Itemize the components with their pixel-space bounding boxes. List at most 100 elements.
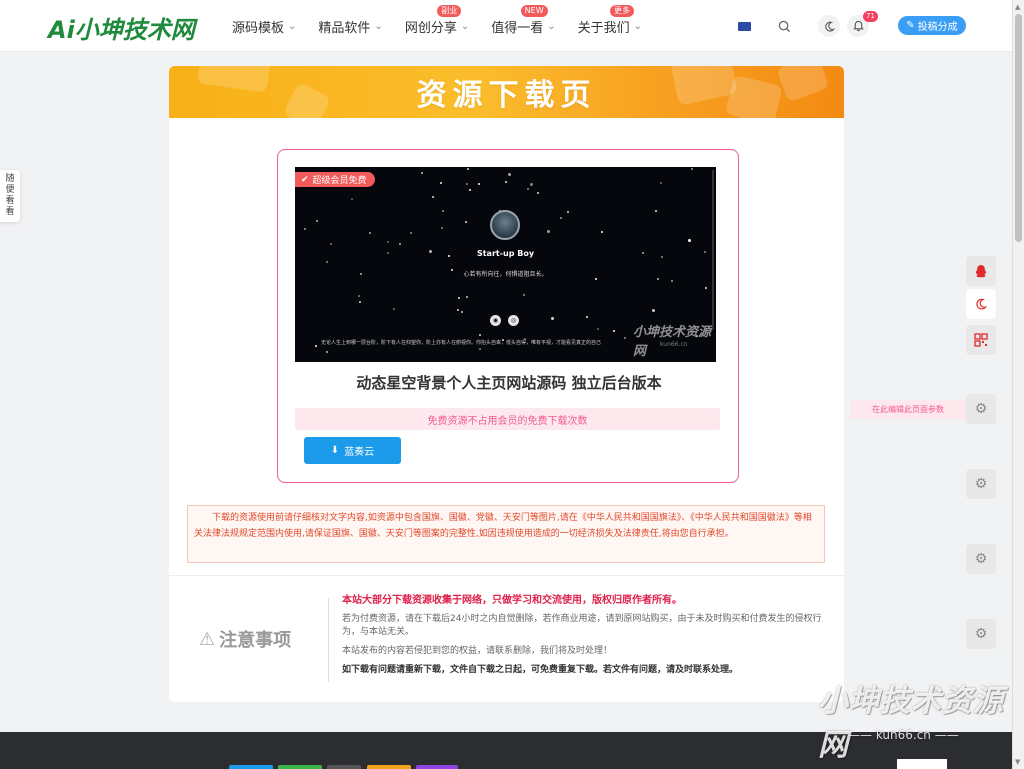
gear-icon[interactable]: ⚙ bbox=[966, 469, 996, 499]
star-dot bbox=[330, 243, 332, 245]
site-watermark: 小坤技术资源网 bbox=[818, 684, 1004, 763]
page-scrollbar[interactable]: ▲ ▼ bbox=[1012, 0, 1024, 769]
star-dot bbox=[530, 183, 533, 186]
footer-link-chip[interactable] bbox=[278, 765, 322, 769]
star-dot bbox=[399, 243, 401, 245]
chevron-down-icon: ⌄ bbox=[288, 20, 297, 32]
tab-char: 随 bbox=[5, 174, 15, 184]
scroll-down-icon[interactable]: ▼ bbox=[1015, 758, 1020, 766]
chevron-down-icon: ⌄ bbox=[460, 20, 470, 32]
star-dot bbox=[326, 351, 328, 353]
star-dot bbox=[671, 280, 673, 282]
edit-page-tip: 在此编辑此页面参数 bbox=[850, 400, 966, 419]
nav-item-label: 网创分享 bbox=[404, 20, 457, 36]
resource-preview-image[interactable]: ✔ 超级会员免费 Start-up Boy 心若有所向往，何惧道阻且长。 ◉ ◎… bbox=[295, 167, 716, 362]
dark-mode-toggle-icon[interactable] bbox=[966, 289, 996, 319]
preview-scrollbar bbox=[712, 170, 714, 330]
star-dot bbox=[440, 182, 442, 184]
notification-count-badge: 71 bbox=[863, 11, 878, 22]
resource-box: ✔ 超级会员免费 Start-up Boy 心若有所向往，何惧道阻且长。 ◉ ◎… bbox=[277, 149, 739, 483]
star-dot bbox=[479, 334, 481, 336]
lanzou-download-button[interactable]: ⬇ 蓝奏云 bbox=[304, 437, 401, 464]
nav-item-premium-software[interactable]: 精品软件 ⌄ bbox=[318, 17, 382, 36]
star-dot bbox=[567, 211, 569, 213]
star-dot bbox=[359, 301, 361, 303]
tab-char: 看 bbox=[5, 196, 15, 206]
star-dot bbox=[523, 294, 525, 296]
star-dot bbox=[467, 168, 469, 170]
check-icon: ✔ bbox=[301, 174, 309, 185]
star-dot bbox=[466, 296, 468, 298]
preview-watermark: 小坤技术资源网 bbox=[633, 325, 712, 359]
footer-link-chip[interactable] bbox=[367, 765, 411, 769]
vip-tag-label: 超级会员免费 bbox=[312, 176, 367, 186]
footer-link-chip[interactable] bbox=[416, 765, 458, 769]
star-dot bbox=[505, 181, 507, 183]
star-dot bbox=[457, 309, 459, 311]
star-dot bbox=[508, 173, 511, 176]
star-dot bbox=[304, 228, 306, 230]
nav-badge: NEW bbox=[520, 4, 548, 17]
gear-icon[interactable]: ⚙ bbox=[966, 394, 996, 424]
star-dot bbox=[461, 311, 463, 313]
star-dot bbox=[387, 241, 389, 243]
scroll-up-icon[interactable]: ▲ bbox=[1015, 3, 1020, 11]
submit-article-button[interactable]: ✎ 投稿分成 bbox=[898, 16, 966, 35]
star-dot bbox=[601, 231, 603, 233]
main-nav: 源码模板 ⌄ 精品软件 ⌄ 网创分享 ⌄ 副业 值得一看 ⌄ NEW 关于我们 … bbox=[232, 0, 664, 52]
chevron-down-icon: ⌄ bbox=[633, 20, 643, 32]
notice-text: 本站大部分下载资源收集于网络，只做学习和交流使用，版权归原作者所有。 若为付费资… bbox=[342, 594, 827, 683]
star-dot bbox=[432, 196, 434, 198]
preview-name: Start-up Boy bbox=[476, 249, 535, 258]
star-dot bbox=[315, 345, 317, 347]
warning-icon: ⚠ bbox=[199, 628, 216, 650]
nav-item-online-share[interactable]: 网创分享 ⌄ 副业 bbox=[404, 4, 470, 36]
tab-char: 看 bbox=[5, 207, 15, 217]
language-flag-icon[interactable] bbox=[738, 22, 751, 31]
nav-item-about-us[interactable]: 关于我们 ⌄ 更多 bbox=[578, 4, 643, 36]
star-dot bbox=[369, 232, 371, 234]
scroll-thumb[interactable] bbox=[1015, 14, 1022, 242]
nav-badge: 副业 bbox=[437, 4, 462, 17]
gear-icon[interactable]: ⚙ bbox=[966, 619, 996, 649]
resource-title: 动态星空背景个人主页网站源码 独立后台版本 bbox=[356, 374, 662, 392]
avatar bbox=[490, 210, 520, 240]
notice-line-copyright: 本站大部分下载资源收集于网络，只做学习和交流使用，版权归原作者所有。 bbox=[342, 595, 682, 606]
footer-link-chip[interactable] bbox=[327, 765, 361, 769]
qq-contact-icon[interactable] bbox=[966, 256, 996, 286]
star-dot bbox=[478, 183, 480, 185]
nav-badge: 更多 bbox=[610, 4, 635, 17]
star-dot bbox=[655, 210, 657, 212]
page-title: 资源下载页 bbox=[416, 78, 597, 113]
download-icon: ⬇ bbox=[330, 445, 340, 456]
search-icon[interactable] bbox=[773, 15, 795, 37]
notice-divider bbox=[328, 598, 329, 682]
notice-section: ⚠ 注意事项 本站大部分下载资源收集于网络，只做学习和交流使用，版权归原作者所有… bbox=[169, 575, 844, 702]
star-dot bbox=[652, 309, 655, 312]
nav-item-source-templates[interactable]: 源码模板 ⌄ bbox=[232, 17, 296, 36]
star-dot bbox=[479, 348, 481, 350]
gear-icon[interactable]: ⚙ bbox=[966, 544, 996, 574]
nav-item-worth-seeing[interactable]: 值得一看 ⌄ NEW bbox=[491, 4, 556, 36]
preview-motto: 心若有所向往，何惧道阻且长。 bbox=[463, 271, 548, 278]
download-button-label: 蓝奏云 bbox=[344, 447, 375, 458]
star-dot bbox=[442, 210, 444, 212]
star-dot bbox=[351, 198, 353, 200]
download-page-card: 资源下载页 ✔ 超级会员免费 Start-up Boy 心若有所向往，何惧道阻且… bbox=[169, 66, 844, 702]
dark-mode-icon[interactable] bbox=[818, 15, 840, 37]
chevron-down-icon: ⌄ bbox=[374, 20, 383, 32]
site-logo[interactable]: Ai小坤技术网 bbox=[48, 10, 195, 45]
star-dot bbox=[551, 317, 554, 320]
nav-item-label: 源码模板 bbox=[232, 20, 285, 36]
star-dot bbox=[691, 168, 693, 170]
notice-heading-label: 注意事项 bbox=[219, 630, 292, 651]
qr-code-icon[interactable] bbox=[966, 325, 996, 355]
submit-button-label: 投稿分成 bbox=[917, 22, 958, 33]
pencil-icon: ✎ bbox=[906, 20, 915, 31]
footer-link-chip[interactable] bbox=[229, 765, 273, 769]
chevron-down-icon: ⌄ bbox=[547, 20, 556, 32]
star-dot bbox=[657, 278, 659, 280]
site-watermark-sub: —— kun66.cn —— bbox=[848, 728, 959, 742]
random-browse-tab[interactable]: 随 便 看 看 bbox=[0, 170, 20, 222]
star-dot bbox=[560, 217, 562, 219]
